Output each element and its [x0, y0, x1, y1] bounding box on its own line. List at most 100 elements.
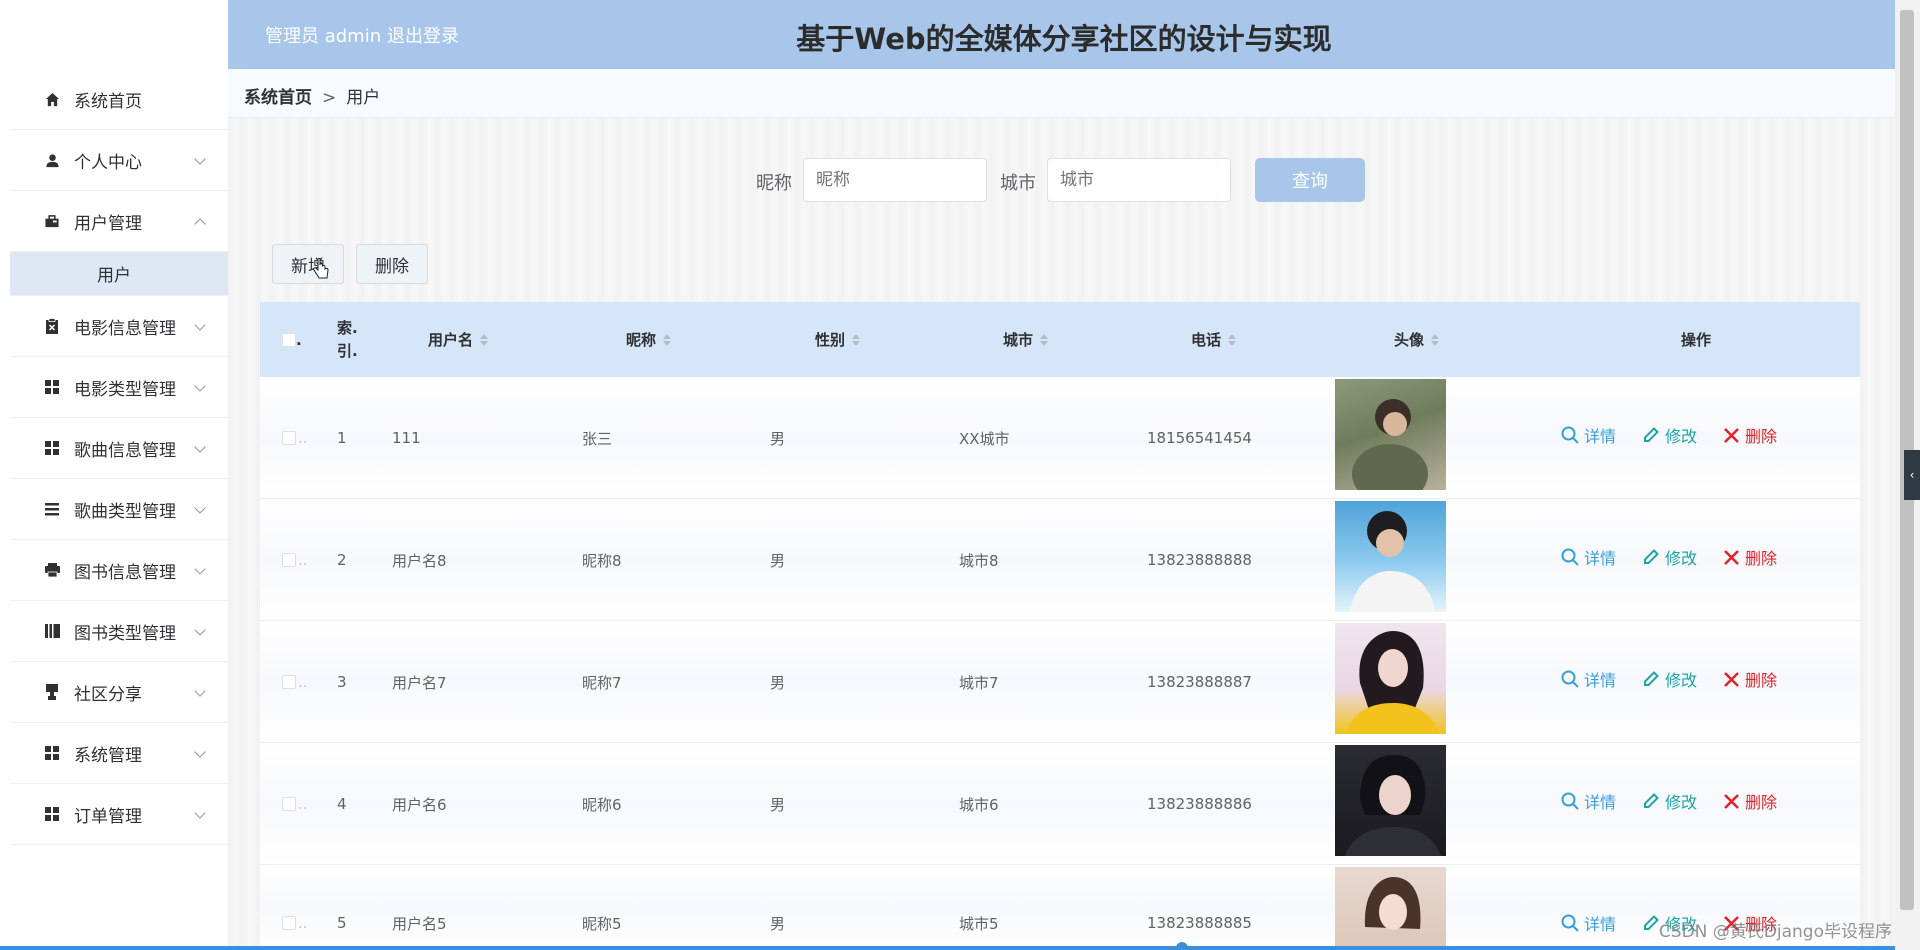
sort-icon[interactable]: [1228, 333, 1237, 346]
page-title: 基于Web的全媒体分享社区的设计与实现: [796, 22, 1332, 56]
query-button[interactable]: 查询: [1255, 158, 1365, 202]
sidebar-item-label: 用户管理: [74, 213, 142, 234]
sidebar-item-book-info[interactable]: 图书信息管理: [10, 540, 228, 601]
breadcrumb-current: 用户: [346, 88, 381, 108]
row-checkbox[interactable]: [282, 675, 296, 689]
detail-link[interactable]: 详情: [1561, 499, 1616, 615]
header-username[interactable]: 用户名: [428, 302, 489, 377]
search-icon: [1561, 426, 1579, 444]
table-row: .. 3 用户名7 昵称7 男 城市7 13823888887 详情 修改 删除: [260, 621, 1860, 743]
cell-index: 1: [337, 429, 347, 447]
edit-link[interactable]: 修改: [1642, 743, 1697, 859]
sort-icon[interactable]: [1040, 333, 1049, 346]
sort-icon[interactable]: [663, 333, 672, 346]
sidebar-item-community-share[interactable]: 社区分享: [10, 662, 228, 723]
delete-link[interactable]: 删除: [1723, 499, 1777, 615]
sort-icon[interactable]: [1431, 333, 1440, 346]
delete-link[interactable]: 删除: [1723, 743, 1777, 859]
sidebar-item-song-info[interactable]: 歌曲信息管理: [10, 418, 228, 479]
detail-link[interactable]: 详情: [1561, 743, 1616, 859]
cell-nickname: 张三: [582, 429, 613, 448]
detail-link[interactable]: 详情: [1561, 865, 1616, 949]
edit-icon: [1644, 793, 1659, 808]
cell-gender: 男: [770, 673, 786, 692]
edit-link[interactable]: 修改: [1642, 499, 1697, 615]
cell-gender: 男: [770, 914, 786, 933]
city-label: 城市: [1000, 173, 1036, 194]
delete-link[interactable]: 删除: [1723, 621, 1777, 737]
search-bar: 昵称 城市 查询: [228, 158, 1895, 202]
horizontal-scrollbar[interactable]: [0, 946, 1895, 950]
detail-link[interactable]: 详情: [1561, 621, 1616, 737]
sidebar-item-label: 歌曲类型管理: [74, 501, 176, 522]
nickname-input[interactable]: [803, 158, 987, 202]
row-checkbox[interactable]: [282, 797, 296, 811]
nickname-label: 昵称: [756, 173, 792, 194]
sidebar-menu: 系统首页 个人中心 用户管理 用户 电影信息管理 电影类型管理 歌曲信息管理 歌…: [10, 69, 228, 845]
breadcrumb-bar: 系统首页 > 用户: [228, 69, 1895, 118]
sort-icon[interactable]: [852, 333, 861, 346]
city-input[interactable]: [1047, 158, 1231, 202]
table-row: .. 2 用户名8 昵称8 男 城市8 13823888888 详情 修改 删除: [260, 499, 1860, 621]
cell-city: XX城市: [959, 429, 1010, 448]
pointer-cursor-icon: [313, 258, 329, 279]
sidebar-item-book-type[interactable]: 图书类型管理: [10, 601, 228, 662]
row-checkbox[interactable]: [282, 431, 296, 445]
avatar: [1335, 867, 1446, 949]
add-button[interactable]: 新增: [272, 244, 344, 284]
user-icon: [44, 152, 60, 168]
sidebar-item-system[interactable]: 系统管理: [10, 723, 228, 784]
watermark: CSDN @黄氏Django毕设程序: [1658, 922, 1892, 942]
sidebar-item-label: 图书类型管理: [74, 623, 176, 644]
table-row: .. 1 111 张三 男 XX城市 18156541454 详情 修改 删除: [260, 377, 1860, 499]
edit-link[interactable]: 修改: [1642, 621, 1697, 737]
chevron-down-icon: [194, 685, 206, 697]
select-all[interactable]: .: [282, 302, 302, 377]
sort-icon[interactable]: [480, 333, 489, 346]
sidebar-item-orders[interactable]: 订单管理: [10, 784, 228, 845]
cell-gender: 男: [770, 429, 786, 448]
header-city[interactable]: 城市: [1003, 302, 1049, 377]
cell-username: 用户名6: [392, 795, 447, 814]
sidebar-item-label: 订单管理: [74, 806, 142, 827]
chevron-down-icon: [194, 380, 206, 392]
cell-phone: 13823888886: [1147, 795, 1252, 813]
avatar: [1335, 501, 1446, 612]
grid-icon: [44, 379, 60, 395]
sidebar-item-user-management[interactable]: 用户管理: [10, 191, 228, 252]
sidebar-item-movie-type[interactable]: 电影类型管理: [10, 357, 228, 418]
detail-link[interactable]: 详情: [1561, 377, 1616, 493]
main-content: 昵称 城市 查询 新增 删除 . 索. 引. 用户名 昵称 性别 城市 电话 头…: [228, 118, 1895, 950]
edit-link[interactable]: 修改: [1642, 377, 1697, 493]
header-phone[interactable]: 电话: [1191, 302, 1237, 377]
header-nickname[interactable]: 昵称: [626, 302, 672, 377]
sidebar-subitem-users[interactable]: 用户: [10, 252, 228, 296]
delete-link[interactable]: 删除: [1723, 377, 1777, 493]
scroll-knob[interactable]: [1176, 942, 1188, 950]
cell-phone: 13823888888: [1147, 551, 1252, 569]
sidebar-item-movie-info[interactable]: 电影信息管理: [10, 296, 228, 357]
breadcrumb: 系统首页 > 用户: [244, 83, 380, 108]
breadcrumb-home[interactable]: 系统首页: [244, 88, 312, 108]
sidebar-item-song-type[interactable]: 歌曲类型管理: [10, 479, 228, 540]
header-avatar[interactable]: 头像: [1394, 302, 1440, 377]
cell-phone: 18156541454: [1147, 429, 1252, 447]
row-checkbox[interactable]: [282, 553, 296, 567]
user-table: . 索. 引. 用户名 昵称 性别 城市 电话 头像 操作 .. 1 111 张…: [260, 302, 1860, 950]
sidebar-item-home[interactable]: 系统首页: [10, 69, 228, 130]
checkbox[interactable]: [282, 332, 296, 347]
edit-icon: [1644, 671, 1659, 686]
collapse-tab[interactable]: ‹: [1904, 450, 1920, 500]
edit-icon: [1644, 915, 1659, 930]
row-checkbox[interactable]: [282, 916, 296, 930]
cell-index: 5: [337, 914, 347, 932]
search-icon: [1561, 548, 1579, 566]
sidebar-item-label: 系统管理: [74, 745, 142, 766]
header-gender[interactable]: 性别: [815, 302, 861, 377]
close-icon: [1724, 671, 1739, 687]
delete-button[interactable]: 删除: [356, 244, 428, 284]
list-icon: [44, 501, 60, 517]
table-row: .. 5 用户名5 昵称5 男 城市5 13823888885 详情 修改 删除: [260, 865, 1860, 950]
breadcrumb-separator: >: [322, 88, 337, 108]
sidebar-item-personal[interactable]: 个人中心: [10, 130, 228, 191]
